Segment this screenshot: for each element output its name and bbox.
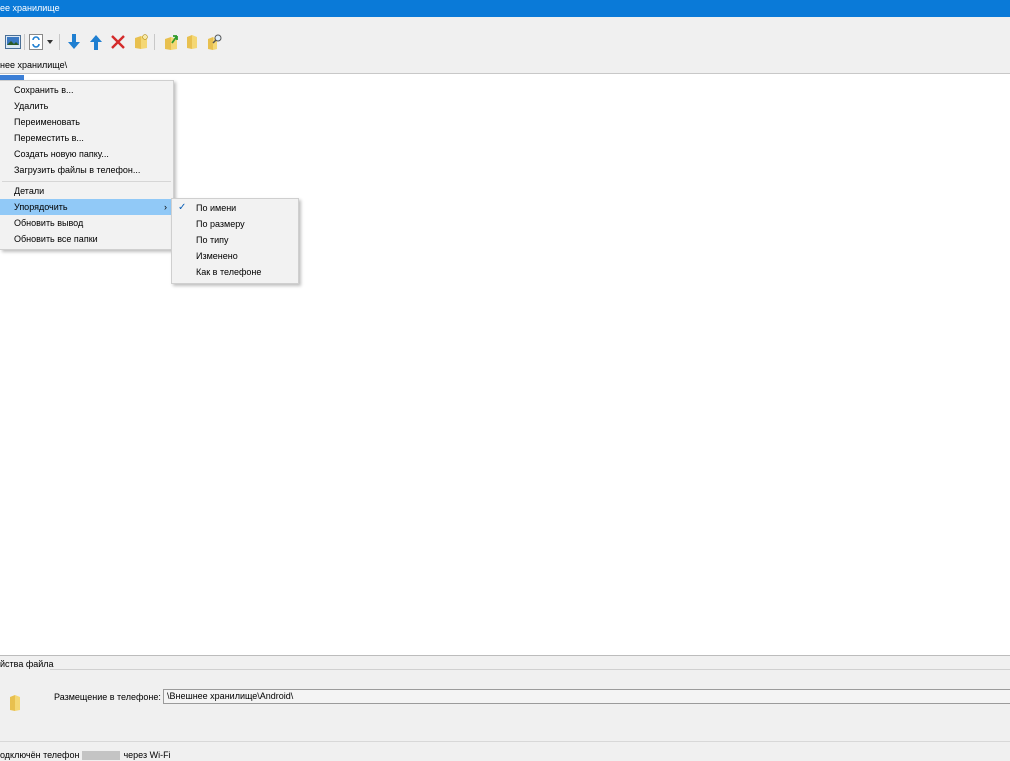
path-bar: нее хранилище\ bbox=[0, 57, 1010, 74]
window-title: ее хранилище bbox=[0, 3, 60, 13]
menu-item-rename[interactable]: Переименовать bbox=[0, 114, 173, 130]
properties-divider bbox=[50, 669, 1010, 670]
folder-search-icon[interactable] bbox=[205, 33, 223, 51]
folder-upload-icon[interactable] bbox=[162, 33, 180, 51]
picture-icon[interactable] bbox=[4, 33, 22, 51]
status-prefix: одключён телефон bbox=[0, 750, 80, 760]
status-suffix: через Wi-Fi bbox=[123, 750, 171, 760]
menu-item-upload-files[interactable]: Загрузить файлы в телефон... bbox=[0, 162, 173, 178]
sort-as-on-phone[interactable]: Как в телефоне bbox=[172, 264, 298, 280]
folder-icon bbox=[8, 694, 22, 712]
location-field[interactable]: \Внешнее хранилище\Android\ bbox=[163, 689, 1010, 704]
menu-item-refresh-all-folders[interactable]: Обновить все папки bbox=[0, 231, 173, 247]
dropdown-arrow-icon[interactable] bbox=[45, 33, 55, 51]
menu-item-save-to[interactable]: Сохранить в... bbox=[0, 82, 173, 98]
properties-bottom-divider bbox=[0, 741, 1010, 742]
toolbar-separator bbox=[154, 34, 155, 50]
menu-item-refresh-view[interactable]: Обновить вывод bbox=[0, 215, 173, 231]
toolbar bbox=[0, 17, 1010, 57]
toolbar-separator bbox=[24, 34, 25, 50]
folder-icon[interactable] bbox=[183, 33, 201, 51]
menu-item-details[interactable]: Детали bbox=[0, 183, 173, 199]
sort-by-name-label: По имени bbox=[196, 203, 237, 213]
sort-by-modified[interactable]: Изменено bbox=[172, 248, 298, 264]
refresh-icon[interactable] bbox=[27, 33, 45, 51]
checkmark-icon: ✓ bbox=[178, 202, 187, 213]
folder-new-icon[interactable] bbox=[132, 33, 150, 51]
delete-x-icon[interactable] bbox=[109, 33, 127, 51]
properties-title: йства файла bbox=[0, 659, 54, 669]
redacted-device-name bbox=[82, 751, 121, 761]
download-arrow-icon[interactable] bbox=[65, 33, 83, 51]
submenu-arrow-icon: › bbox=[164, 202, 167, 212]
status-bar: одключён телефон через Wi-Fi bbox=[0, 747, 1010, 761]
sort-by-name[interactable]: ✓ По имени bbox=[172, 200, 298, 216]
menu-item-sort[interactable]: Упорядочить › bbox=[0, 199, 173, 215]
menu-item-new-folder[interactable]: Создать новую папку... bbox=[0, 146, 173, 162]
toolbar-background bbox=[0, 17, 1010, 29]
toolbar-separator bbox=[59, 34, 60, 50]
sort-submenu: ✓ По имени По размеру По типу Изменено К… bbox=[171, 198, 299, 284]
sort-by-size[interactable]: По размеру bbox=[172, 216, 298, 232]
menu-item-sort-label: Упорядочить bbox=[14, 202, 68, 212]
location-label: Размещение в телефоне: bbox=[54, 692, 161, 702]
context-menu: Сохранить в... Удалить Переименовать Пер… bbox=[0, 80, 174, 250]
menu-item-delete[interactable]: Удалить bbox=[0, 98, 173, 114]
current-path: нее хранилище\ bbox=[0, 60, 68, 70]
menu-separator bbox=[2, 181, 171, 182]
menu-item-move-to[interactable]: Переместить в... bbox=[0, 130, 173, 146]
title-bar: ее хранилище bbox=[0, 0, 1010, 17]
status-text: одключён телефон через Wi-Fi bbox=[0, 750, 171, 761]
upload-arrow-icon[interactable] bbox=[87, 33, 105, 51]
sort-by-type[interactable]: По типу bbox=[172, 232, 298, 248]
file-properties-panel: йства файла Размещение в телефоне: \Внеш… bbox=[0, 655, 1010, 748]
